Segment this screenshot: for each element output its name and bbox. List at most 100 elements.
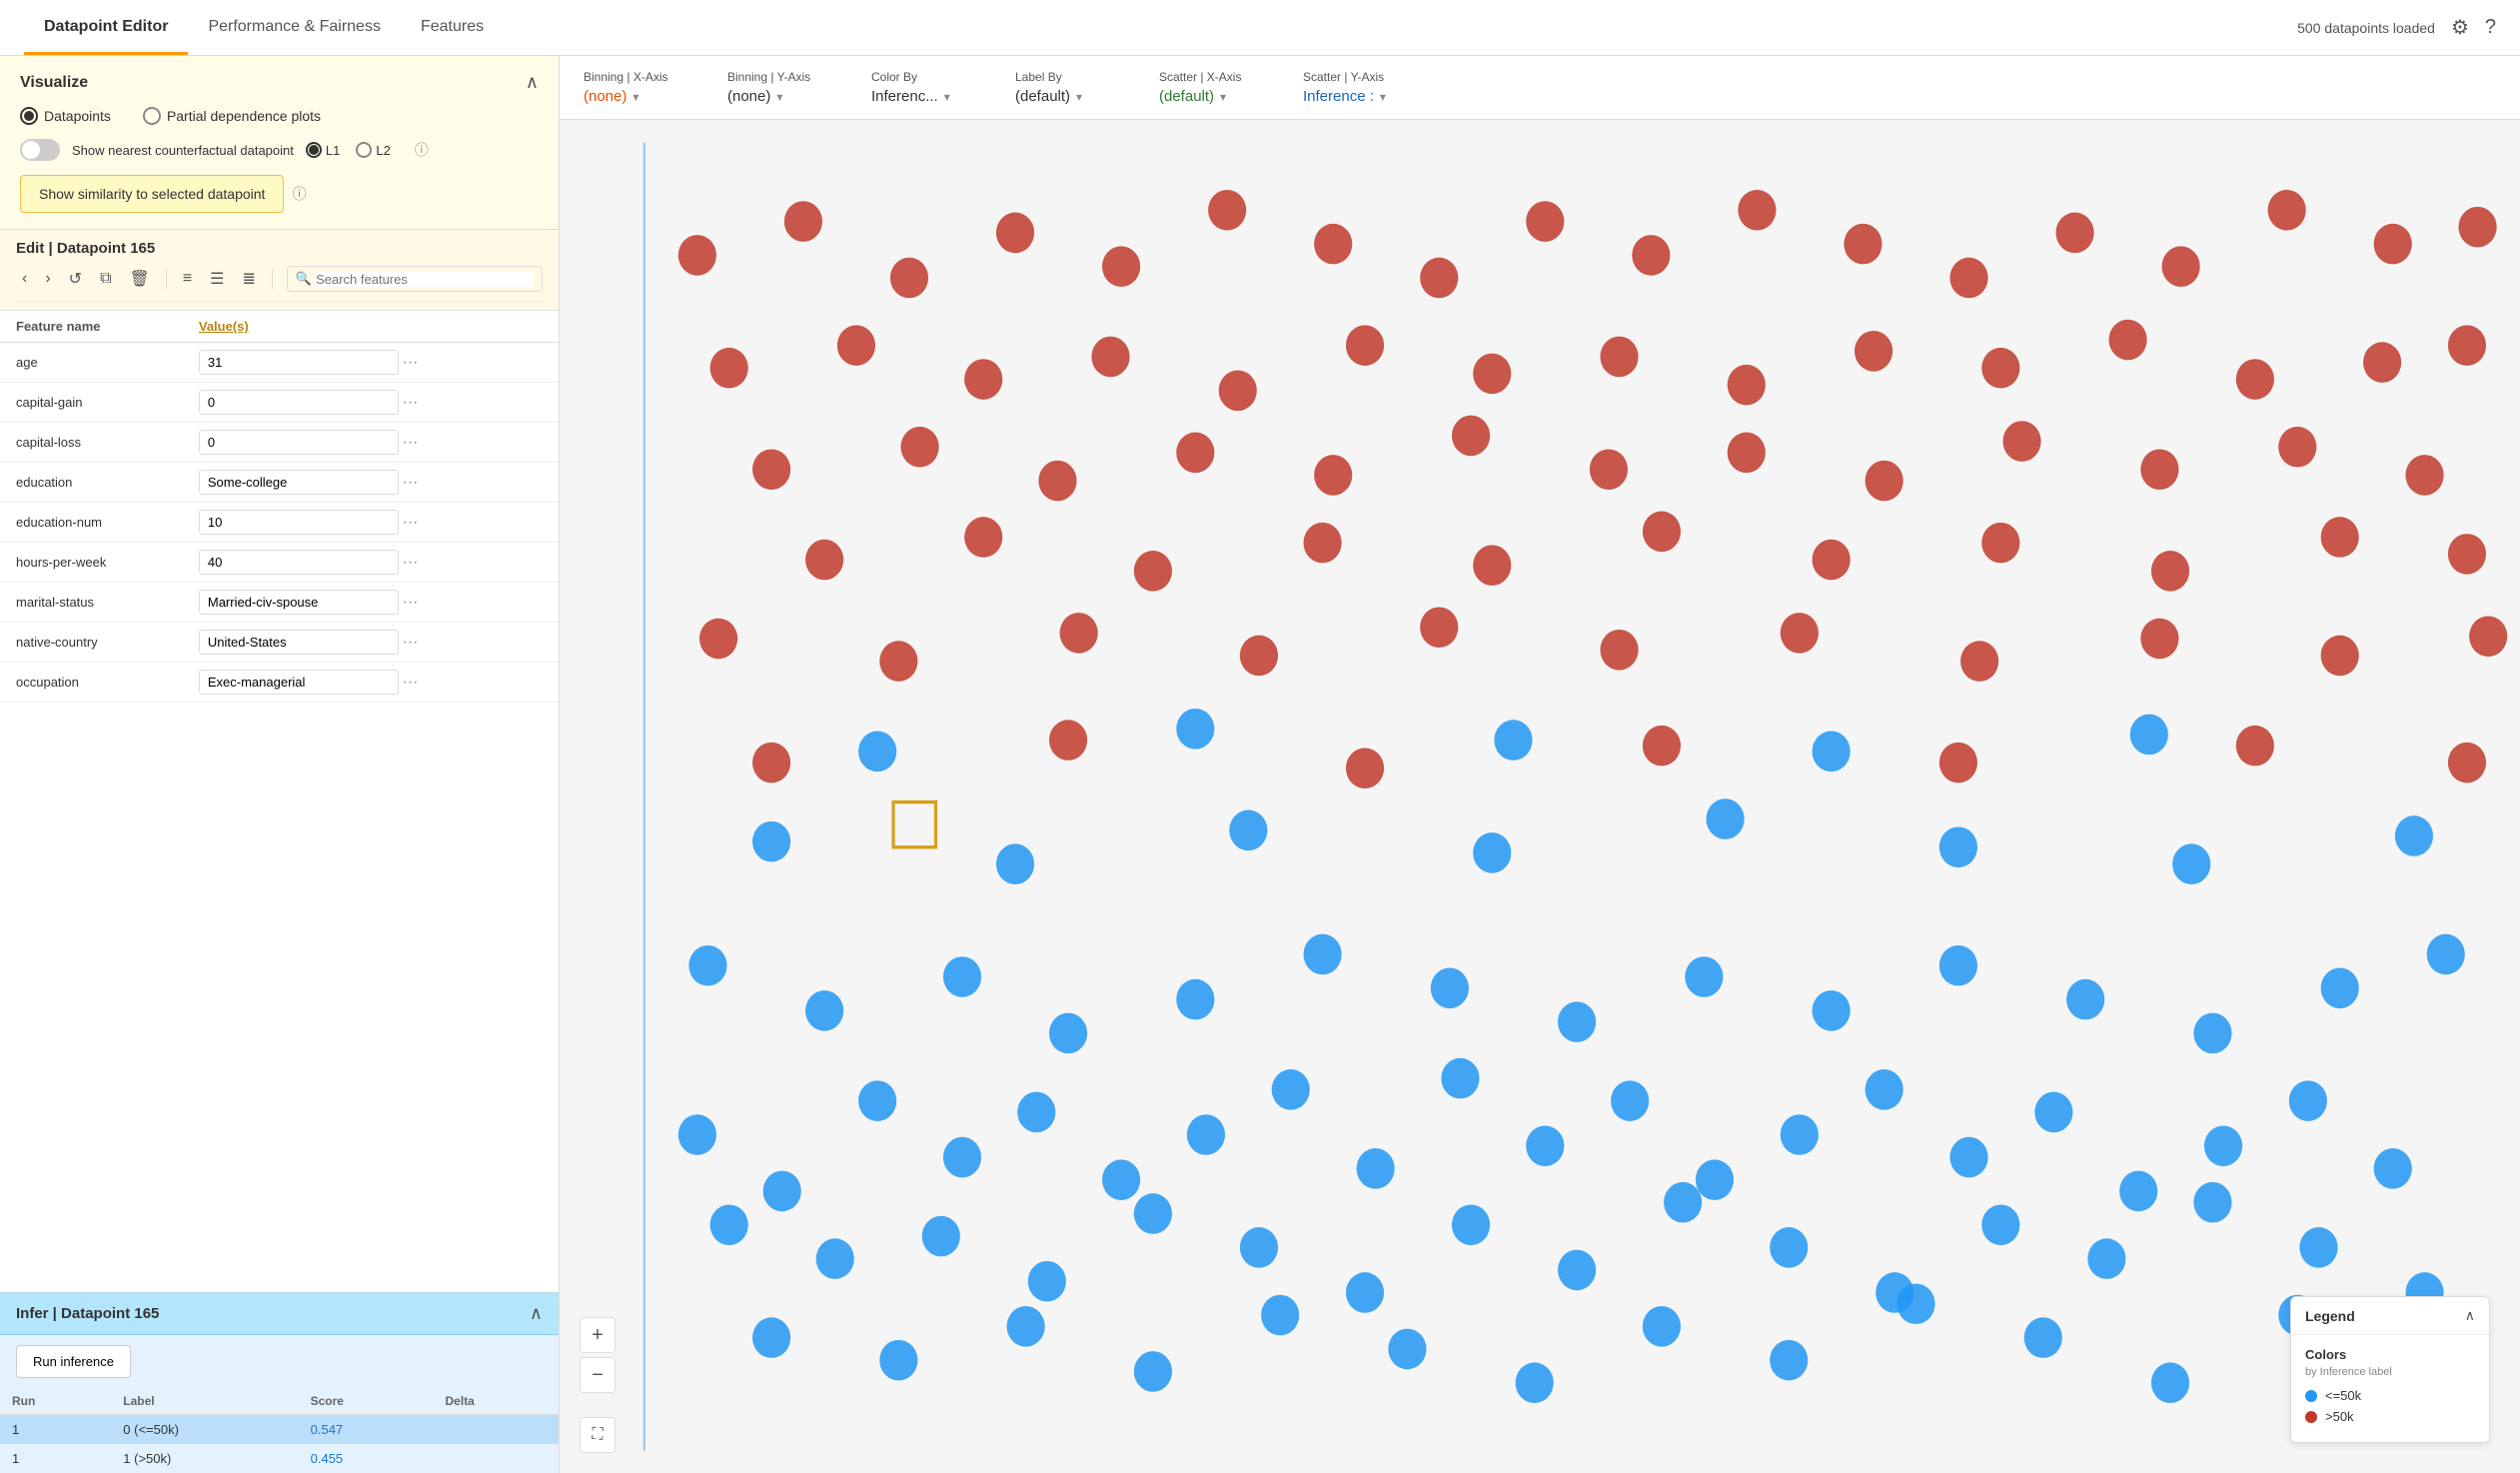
align-right-btn[interactable]: ≣	[237, 265, 262, 293]
table-row: native-country ···	[0, 623, 559, 663]
visualize-title: Visualize	[20, 74, 88, 92]
settings-icon[interactable]: ⚙	[2451, 15, 2469, 40]
feature-more-btn[interactable]: ···	[402, 434, 418, 452]
edit-title: Edit | Datapoint 165	[16, 240, 155, 257]
feature-value-input[interactable]	[199, 390, 399, 415]
feature-value-input[interactable]	[199, 350, 399, 375]
radio-l2[interactable]: L2	[356, 142, 390, 158]
radio-l1-circle	[306, 142, 322, 158]
legend-item-red: >50k	[2305, 1409, 2475, 1424]
table-row: age ···	[0, 343, 559, 383]
scatter-x-select[interactable]: (default) ▾	[1159, 88, 1279, 105]
feature-value-cell: ···	[183, 463, 559, 503]
feature-value-cell: ···	[183, 503, 559, 543]
legend-colors-title: Colors	[2305, 1347, 2475, 1362]
feature-value-cell: ···	[183, 383, 559, 423]
binning-x-select[interactable]: (none) ▾	[584, 88, 703, 105]
control-label-by: Label By (default) ▾	[1015, 70, 1135, 105]
search-icon: 🔍	[296, 271, 312, 287]
feature-name-cell: native-country	[0, 623, 183, 663]
infer-title: Infer | Datapoint 165	[16, 1305, 159, 1322]
top-nav: Datapoint Editor Performance & Fairness …	[0, 0, 2520, 56]
next-btn[interactable]: ›	[39, 266, 56, 292]
align-left-btn[interactable]: ≡	[177, 266, 198, 292]
infer-collapse-btn[interactable]: ∧	[530, 1303, 543, 1324]
radio-partial-dependence[interactable]: Partial dependence plots	[143, 107, 321, 125]
table-row: capital-loss ···	[0, 423, 559, 463]
history-btn[interactable]: ↺	[63, 265, 88, 293]
infer-delta-cell	[434, 1415, 559, 1445]
right-panel: Binning | X-Axis (none) ▾ Binning | Y-Ax…	[560, 56, 2520, 1473]
infer-delta-cell	[434, 1444, 559, 1473]
feature-name-cell: capital-loss	[0, 423, 183, 463]
radio-partial-dependence-circle	[143, 107, 161, 125]
feature-value-input[interactable]	[199, 550, 399, 575]
control-color-by: Color By Inferenc... ▾	[871, 70, 991, 105]
radio-l1[interactable]: L1	[306, 142, 340, 158]
copy-btn[interactable]: ⧉	[94, 266, 117, 292]
toggle-knob	[22, 141, 40, 159]
binning-y-label: Binning | Y-Axis	[727, 70, 847, 84]
feature-more-btn[interactable]: ···	[402, 354, 418, 372]
feature-more-btn[interactable]: ···	[402, 554, 418, 572]
counterfactual-toggle[interactable]	[20, 139, 60, 161]
tab-datapoint-editor[interactable]: Datapoint Editor	[24, 2, 188, 55]
feature-more-btn[interactable]: ···	[402, 634, 418, 652]
visualize-collapse-btn[interactable]: ∧	[526, 72, 539, 93]
prev-btn[interactable]: ‹	[16, 266, 33, 292]
feature-name-cell: occupation	[0, 663, 183, 703]
scatter-y-select[interactable]: Inference : ▾	[1303, 88, 1423, 105]
feature-more-btn[interactable]: ···	[402, 594, 418, 612]
feature-value-input[interactable]	[199, 470, 399, 495]
radio-datapoints[interactable]: Datapoints	[20, 107, 111, 125]
control-scatter-x: Scatter | X-Axis (default) ▾	[1159, 70, 1279, 105]
table-row: hours-per-week ···	[0, 543, 559, 583]
toolbar: ‹ › ↺ ⧉ 🗑 ≡ ☰ ≣ 🔍	[16, 257, 543, 302]
feature-more-btn[interactable]: ···	[402, 474, 418, 492]
visualize-header: Visualize ∧	[20, 72, 539, 93]
feature-value-cell: ···	[183, 623, 559, 663]
tab-features[interactable]: Features	[401, 2, 504, 55]
feature-more-btn[interactable]: ···	[402, 394, 418, 412]
binning-y-select[interactable]: (none) ▾	[727, 88, 847, 105]
infer-table-row: 1 0 (<=50k) 0.547	[0, 1415, 559, 1445]
feature-value-input[interactable]	[199, 510, 399, 535]
legend-colors-subtitle: by Inference label	[2305, 1366, 2475, 1378]
fullscreen-btn[interactable]: ⛶	[580, 1417, 616, 1453]
help-icon[interactable]: ?	[2485, 16, 2496, 39]
feature-value-input[interactable]	[199, 670, 399, 695]
nav-right: 500 datapoints loaded ⚙ ?	[2297, 15, 2496, 40]
zoom-out-btn[interactable]: −	[580, 1357, 616, 1393]
color-by-select[interactable]: Inferenc... ▾	[871, 88, 991, 105]
feature-more-btn[interactable]: ···	[402, 514, 418, 532]
control-scatter-y: Scatter | Y-Axis Inference : ▾	[1303, 70, 1423, 105]
controls-bar: Binning | X-Axis (none) ▾ Binning | Y-Ax…	[560, 56, 2520, 120]
infer-col-run: Run	[0, 1388, 111, 1415]
legend-collapse-btn[interactable]: ∧	[2465, 1307, 2475, 1324]
edit-section: Edit | Datapoint 165 ‹ › ↺ ⧉ 🗑 ≡ ☰ ≣ 🔍	[0, 230, 559, 311]
zoom-in-btn[interactable]: +	[580, 1317, 616, 1353]
align-center-btn[interactable]: ☰	[204, 265, 230, 293]
feature-more-btn[interactable]: ···	[402, 674, 418, 692]
label-by-select[interactable]: (default) ▾	[1015, 88, 1135, 105]
similarity-btn[interactable]: Show similarity to selected datapoint	[20, 175, 284, 213]
scatter-area[interactable]: 0.994 0.000502	[560, 120, 2520, 1473]
scatter-x-arrow: ▾	[1220, 90, 1226, 104]
l-info-icon[interactable]: ⓘ	[415, 140, 429, 160]
toolbar-separator-2	[272, 269, 273, 289]
infer-score-cell: 0.455	[299, 1444, 434, 1473]
feature-value-input[interactable]	[199, 430, 399, 455]
tab-performance-fairness[interactable]: Performance & Fairness	[188, 2, 401, 55]
infer-label-cell: 1 (>50k)	[111, 1444, 298, 1473]
feature-value-cell: ···	[183, 343, 559, 383]
infer-section: Infer | Datapoint 165 ∧ Run inference Ru…	[0, 1292, 559, 1473]
feature-value-input[interactable]	[199, 630, 399, 655]
datapoints-loaded-label: 500 datapoints loaded	[2297, 20, 2435, 36]
table-row: marital-status ···	[0, 583, 559, 623]
feature-value-input[interactable]	[199, 590, 399, 615]
delete-btn[interactable]: 🗑	[124, 265, 156, 293]
table-row: education ···	[0, 463, 559, 503]
similarity-info-icon[interactable]: ⓘ	[292, 184, 306, 204]
search-input[interactable]	[316, 272, 534, 287]
run-inference-btn[interactable]: Run inference	[16, 1345, 131, 1378]
